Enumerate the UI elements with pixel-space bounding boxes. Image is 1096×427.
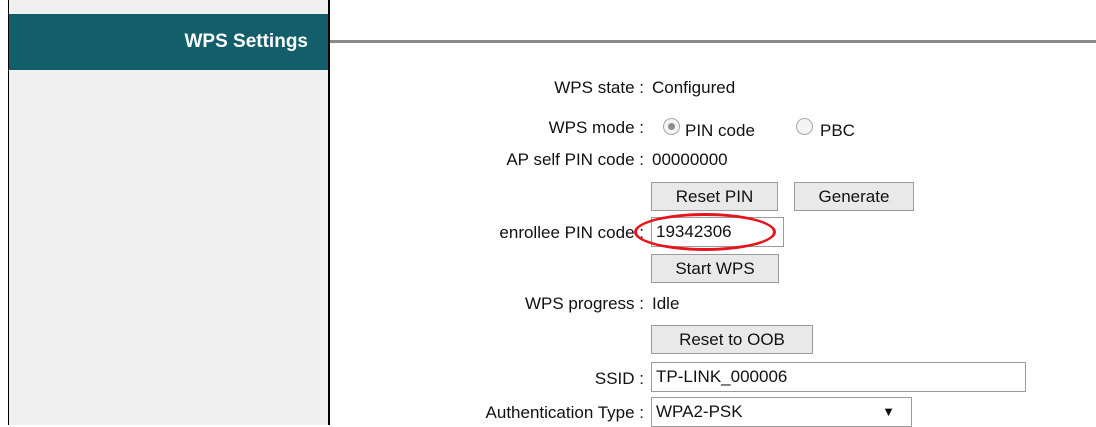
reset-oob-button[interactable]: Reset to OOB (651, 325, 813, 354)
auth-type-label: Authentication Type : (485, 403, 644, 422)
ssid-input[interactable] (651, 362, 1026, 392)
generate-button[interactable]: Generate (794, 182, 914, 211)
wps-progress-value: Idle (652, 294, 680, 313)
ap-pin-label: AP self PIN code : (506, 150, 644, 169)
frame-border-right (328, 0, 330, 425)
radio-pbc[interactable] (796, 118, 813, 135)
sidebar-title: WPS Settings (184, 31, 308, 52)
start-wps-button[interactable]: Start WPS (651, 254, 779, 283)
wps-state-value: Configured (652, 78, 736, 97)
auth-type-value: WPA2-PSK (656, 402, 743, 421)
wps-state-label: WPS state : (554, 78, 644, 97)
radio-pbc-label: PBC (820, 121, 855, 140)
enrollee-pin-label: enrollee PIN code : (499, 223, 644, 242)
section-divider (330, 40, 1096, 43)
sidebar-header: WPS Settings (9, 14, 328, 70)
reset-pin-button[interactable]: Reset PIN (651, 182, 778, 211)
ap-pin-value: 00000000 (652, 150, 728, 169)
radio-pin-code[interactable] (663, 118, 680, 135)
wps-progress-label: WPS progress : (524, 294, 644, 313)
radio-pin-code-label: PIN code (685, 121, 755, 140)
auth-type-select[interactable]: WPA2-PSK ▼ (651, 397, 912, 427)
wps-mode-label: WPS mode : (548, 118, 644, 137)
ssid-label: SSID : (594, 369, 644, 388)
dropdown-arrow-icon: ▼ (882, 404, 895, 419)
highlight-oval (634, 213, 776, 251)
